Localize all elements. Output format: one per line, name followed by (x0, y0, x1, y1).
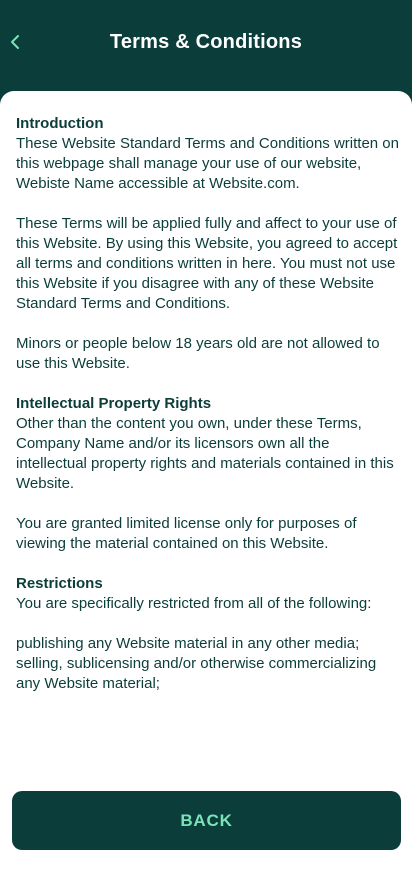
restrictions-item-1: publishing any Website material in any o… (16, 635, 360, 652)
content-sheet: Introduction These Website Standard Term… (0, 91, 412, 870)
section-heading-restrictions: Restrictions (16, 575, 103, 592)
ip-paragraph-2: You are granted limited license only for… (16, 515, 361, 552)
app-header: Terms & Conditions (0, 0, 412, 92)
page-title: Terms & Conditions (109, 31, 303, 53)
back-button[interactable]: BACK (12, 791, 401, 850)
intro-paragraph-3: Minors or people below 18 years old are … (16, 335, 384, 372)
ip-paragraph-1: Other than the content you own, under th… (16, 415, 398, 492)
section-heading-ip-rights: Intellectual Property Rights (16, 395, 212, 412)
terms-screen: Terms & Conditions Introduction These We… (0, 0, 412, 870)
intro-paragraph-2: These Terms will be applied fully and af… (16, 215, 402, 312)
restrictions-paragraph-1: You are specifically restricted from all… (16, 595, 372, 612)
intro-paragraph-1: These Website Standard Terms and Conditi… (16, 135, 399, 192)
restrictions-item-2: selling, sublicensing and/or otherwise c… (16, 655, 381, 692)
terms-text[interactable]: Introduction These Website Standard Term… (16, 114, 402, 782)
section-heading-introduction: Introduction (16, 115, 104, 132)
